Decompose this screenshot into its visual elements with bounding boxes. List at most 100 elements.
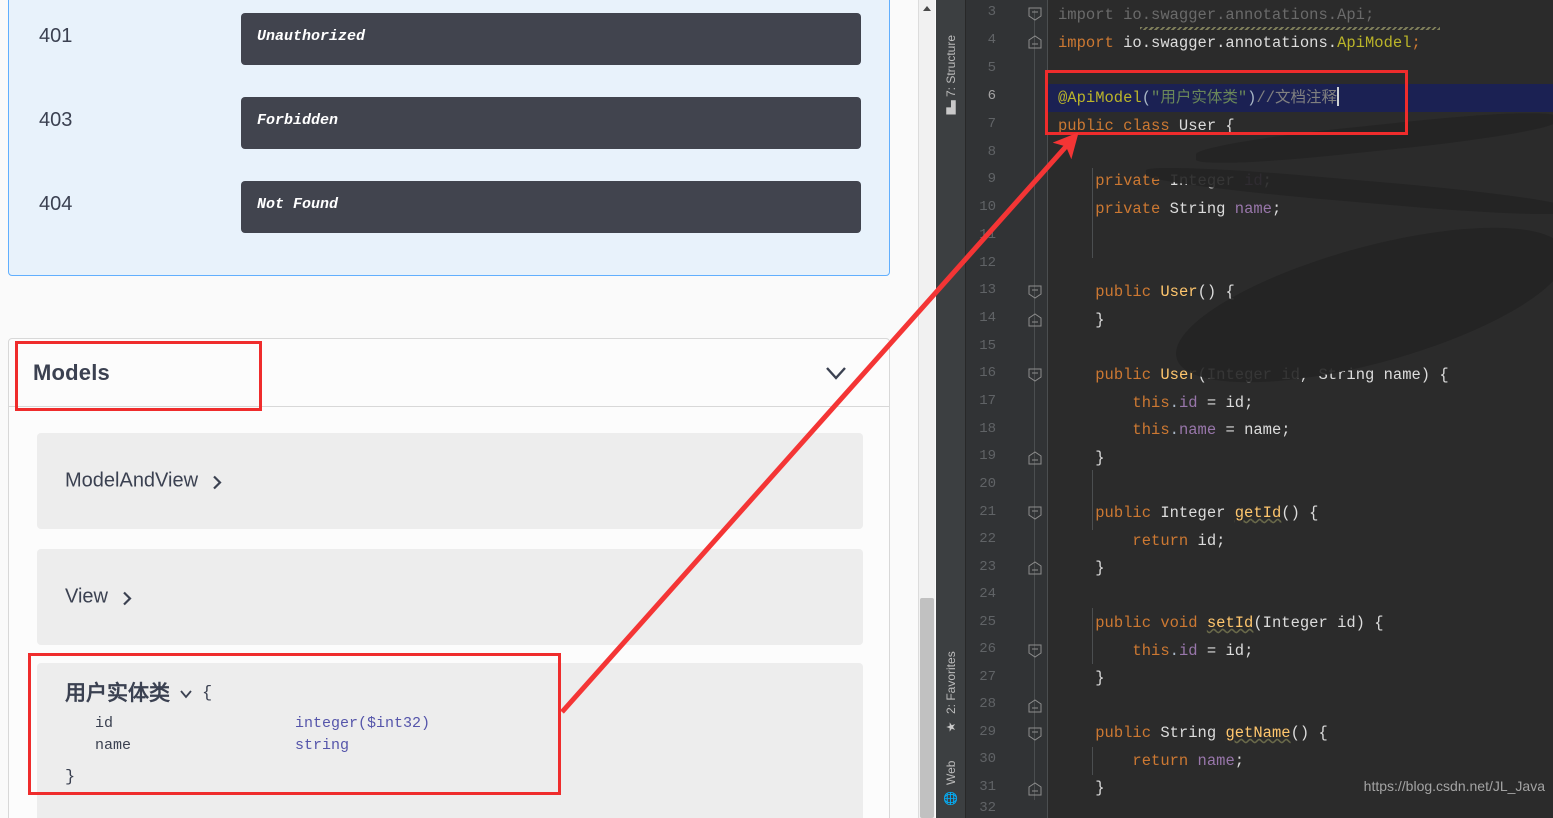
line-number: 8: [987, 144, 996, 160]
ide-pane: ▟ 7: Structure ★ 2: Favorites 🌐 Web 3 4 …: [936, 0, 1553, 818]
ide-toolwindow-bar: ▟ 7: Structure ★ 2: Favorites 🌐 Web: [936, 0, 966, 818]
line-number: 4: [987, 32, 996, 48]
model-name: 用户实体类: [65, 682, 170, 705]
response-description-text: Unauthorized: [257, 28, 366, 45]
code-line: }: [1058, 559, 1105, 577]
fold-marker-end-icon[interactable]: [1028, 451, 1042, 465]
fold-marker-collapse-icon[interactable]: [1028, 368, 1042, 382]
editor-code-area[interactable]: import io.swagger.annotations.Api; impor…: [1048, 0, 1553, 818]
code-line: }: [1058, 449, 1105, 467]
line-number: 16: [979, 365, 996, 381]
screenshot-root: 401 Unauthorized 403 Forbidden 404 Not F…: [0, 0, 1553, 818]
sidebar-item-label: Web: [944, 760, 958, 786]
fold-marker-collapse-icon[interactable]: [1028, 285, 1042, 299]
code-line: return id;: [1132, 532, 1226, 550]
response-code: 404: [39, 193, 73, 215]
model-body-user: 用户实体类 { id integer($int32) name string}: [65, 683, 430, 789]
code-line: import io.swagger.annotations.ApiModel;: [1058, 34, 1421, 52]
line-number: 13: [979, 282, 996, 298]
property-name: id: [95, 715, 114, 732]
line-number: 21: [979, 504, 996, 520]
models-header[interactable]: Models: [9, 339, 889, 407]
response-row: 404 Not Found: [9, 181, 889, 265]
chevron-down-icon[interactable]: [821, 363, 851, 383]
response-description-text: Forbidden: [257, 112, 339, 129]
model-property-row: id integer($int32): [95, 713, 430, 735]
line-number: 29: [979, 724, 996, 740]
model-card-user[interactable]: 用户实体类 { id integer($int32) name string}: [37, 663, 863, 818]
model-card-view[interactable]: View: [37, 549, 863, 645]
code-editor[interactable]: 3 4 5 6 7 8 9 10 11 12 13 14 15 16 17 18…: [966, 0, 1553, 818]
response-code: 403: [39, 109, 73, 131]
code-line: }: [1058, 669, 1105, 687]
line-number: 6: [987, 88, 996, 104]
fold-marker-end-icon[interactable]: [1028, 699, 1042, 713]
chevron-right-icon[interactable]: [212, 473, 222, 489]
line-number: 26: [979, 641, 996, 657]
fold-marker-collapse-icon[interactable]: [1028, 506, 1042, 520]
code-line: }: [1058, 779, 1105, 797]
scroll-up-arrow-icon[interactable]: [919, 0, 936, 16]
code-line-current: @ApiModel("用户实体类")//文档注释: [1058, 87, 1340, 107]
response-description-text: Not Found: [257, 196, 339, 213]
browser-scrollbar[interactable]: [918, 0, 935, 818]
fold-marker-collapse-icon[interactable]: [1028, 7, 1042, 21]
sidebar-item-web[interactable]: 🌐 Web: [936, 748, 966, 810]
property-type: integer($int32): [295, 715, 431, 732]
response-row: 403 Forbidden: [9, 97, 889, 181]
line-number: 23: [979, 559, 996, 575]
code-line: public User(Integer id, String name) {: [1095, 366, 1449, 384]
response-row: 401 Unauthorized: [9, 13, 889, 97]
sidebar-item-structure[interactable]: ▟ 7: Structure: [936, 16, 966, 116]
editor-gutter[interactable]: 3 4 5 6 7 8 9 10 11 12 13 14 15 16 17 18…: [966, 0, 1048, 818]
response-description: Not Found: [241, 181, 861, 233]
fold-marker-collapse-icon[interactable]: [1028, 727, 1042, 741]
fold-marker-end-icon[interactable]: [1028, 782, 1042, 796]
response-description: Forbidden: [241, 97, 861, 149]
sidebar-item-label: 2: Favorites: [944, 651, 958, 714]
open-brace: {: [202, 684, 213, 703]
model-card-modelandview[interactable]: ModelAndView: [37, 433, 863, 529]
fold-marker-end-icon[interactable]: [1028, 313, 1042, 327]
property-name: name: [95, 737, 132, 754]
code-line: return name;: [1132, 752, 1245, 770]
code-line: this.name = name;: [1132, 421, 1291, 439]
swagger-ui-pane: 401 Unauthorized 403 Forbidden 404 Not F…: [0, 0, 918, 818]
watermark: https://blog.csdn.net/JL_Java: [1363, 778, 1545, 794]
code-line: this.id = id;: [1132, 642, 1254, 660]
line-number: 30: [979, 751, 996, 767]
globe-icon: 🌐: [943, 791, 959, 806]
line-number: 31: [979, 779, 996, 795]
line-number: 28: [979, 696, 996, 712]
line-number: 7: [987, 116, 996, 132]
fold-marker-end-icon[interactable]: [1028, 561, 1042, 575]
model-name: View: [65, 585, 108, 608]
fold-marker-collapse-icon[interactable]: [1028, 644, 1042, 658]
fold-rail: [1034, 10, 1035, 800]
model-property-row: name string: [95, 735, 430, 757]
model-title-row: 用户实体类 {: [65, 683, 430, 705]
chevron-right-icon[interactable]: [122, 589, 132, 605]
line-number: 11: [979, 227, 996, 243]
line-number: 12: [979, 255, 996, 271]
response-code: 401: [39, 25, 73, 47]
line-number: 5: [987, 60, 996, 76]
line-number: 32: [979, 800, 996, 816]
property-type: string: [295, 737, 350, 754]
line-number: 24: [979, 586, 996, 602]
code-line: public User() {: [1095, 283, 1235, 301]
line-number: 19: [979, 448, 996, 464]
scrollbar-thumb[interactable]: [920, 598, 934, 818]
fold-marker-end-icon[interactable]: [1028, 35, 1042, 49]
line-number: 25: [979, 614, 996, 630]
code-line: public Integer getId() {: [1095, 504, 1319, 522]
chevron-down-icon[interactable]: [178, 683, 194, 705]
line-number: 14: [979, 310, 996, 326]
response-description: Unauthorized: [241, 13, 861, 65]
sidebar-item-favorites[interactable]: ★ 2: Favorites: [936, 638, 966, 738]
line-number: 18: [979, 421, 996, 437]
line-number: 15: [979, 338, 996, 354]
line-number: 3: [987, 4, 996, 20]
code-line: private String name;: [1095, 200, 1282, 218]
line-number: 20: [979, 476, 996, 492]
